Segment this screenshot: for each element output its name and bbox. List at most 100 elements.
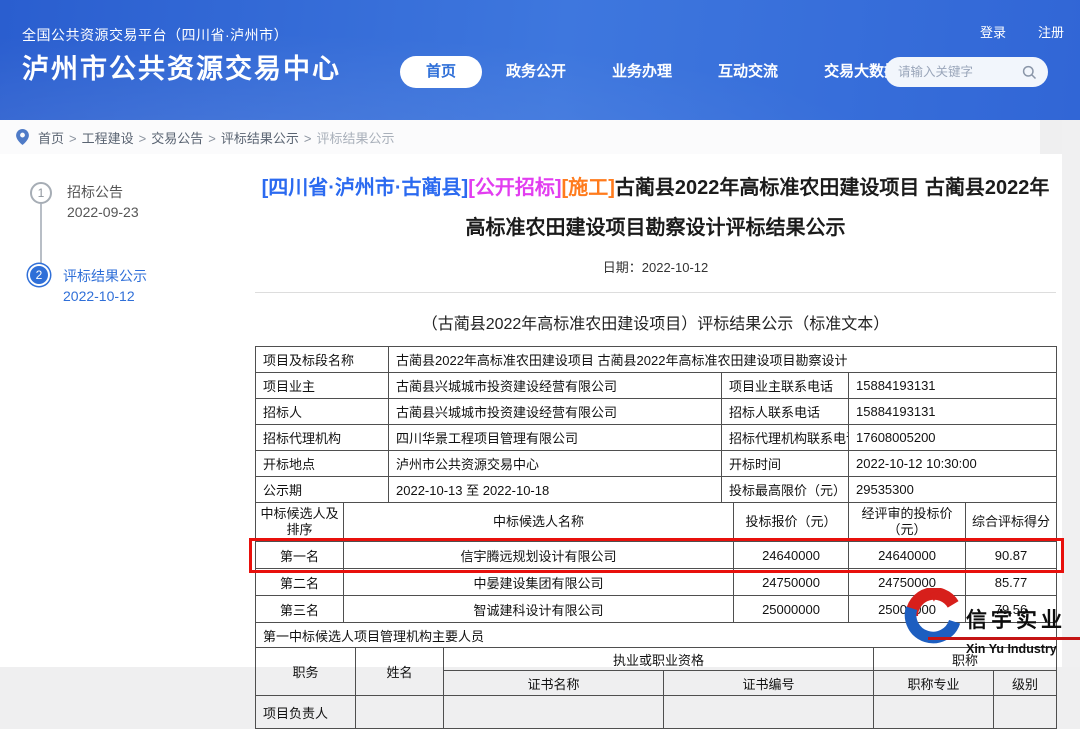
step-1-label: 招标公告: [67, 182, 139, 202]
cell-evaluated: 24640000: [849, 542, 966, 569]
main-nav: 首页 政务公开 业务办理 互动交流 交易大数据: [400, 56, 945, 88]
cell-label: 项目业主联系电话: [722, 373, 849, 399]
site-title: 泸州市公共资源交易中心: [22, 47, 341, 86]
empty-cell: [356, 696, 444, 729]
cell-value: 古蔺县兴城城市投资建设经营有限公司: [389, 399, 722, 425]
cell-company: 信宇腾远规划设计有限公司: [344, 542, 734, 569]
table-row: 项目业主 古蔺县兴城城市投资建设经营有限公司 项目业主联系电话 15884193…: [256, 373, 1057, 399]
auth-links: 登录 注册: [980, 22, 1064, 41]
search-input[interactable]: [896, 64, 1022, 80]
breadcrumb-item-current: 评标结果公示: [316, 128, 404, 147]
cell-label: 招标人: [256, 399, 389, 425]
cell-score: 90.87: [966, 542, 1057, 569]
title-region-tag: [四川省·泸州市·古蔺县]: [262, 177, 469, 199]
table-caption: （古蔺县2022年高标准农田建设项目）评标结果公示（标准文本）: [255, 310, 1056, 334]
empty-cell: [664, 696, 874, 729]
cell-label: 开标地点: [256, 451, 389, 477]
cell-label: 招标代理机构: [256, 425, 389, 451]
header-bid: 投标报价（元）: [734, 503, 849, 542]
cell-value: 15884193131: [849, 373, 1057, 399]
title-method-tag: [公开招标]: [468, 177, 561, 199]
nav-interaction[interactable]: 互动交流: [718, 56, 778, 88]
table-row: 招标人 古蔺县兴城城市投资建设经营有限公司 招标人联系电话 1588419313…: [256, 399, 1057, 425]
cell-value: 15884193131: [849, 399, 1057, 425]
cell-label: 公示期: [256, 477, 389, 503]
register-link[interactable]: 注册: [1038, 22, 1064, 41]
timeline-step-announcement[interactable]: 1 招标公告 2022-09-23: [30, 182, 139, 222]
candidates-header-row: 中标候选人及排序 中标候选人名称 投标报价（元） 经评审的投标价（元） 综合评标…: [256, 503, 1057, 542]
breadcrumb-item-notices[interactable]: 交易公告: [151, 128, 221, 147]
step-1-circle: 1: [30, 182, 52, 204]
header-score: 综合评标得分: [966, 503, 1057, 542]
header-cert-no: 证书编号: [664, 671, 874, 696]
step-2-circle: 2: [30, 266, 48, 284]
header-cert-name: 证书名称: [444, 671, 664, 696]
page-title: [四川省·泸州市·古蔺县][公开招标][施工]古蔺县2022年高标准农田建设项目…: [255, 168, 1056, 248]
cell-value: 泸州市公共资源交易中心: [389, 451, 722, 477]
table-row: 公示期 2022-10-13 至 2022-10-18 投标最高限价（元） 29…: [256, 477, 1057, 503]
nav-gov-disclosure[interactable]: 政务公开: [506, 56, 566, 88]
header-rank: 中标候选人及排序: [256, 503, 344, 542]
search-icon[interactable]: [1022, 65, 1037, 80]
breadcrumb-item-home[interactable]: 首页: [38, 128, 82, 147]
login-link[interactable]: 登录: [980, 22, 1006, 41]
cell-value: 四川华景工程项目管理有限公司: [389, 425, 722, 451]
step-2-date: 2022-10-12: [63, 286, 147, 306]
header-qualification-group: 执业或职业资格: [444, 648, 874, 671]
empty-cell: [444, 696, 664, 729]
location-pin-icon: [16, 129, 29, 145]
breadcrumb-item-results[interactable]: 评标结果公示: [221, 128, 317, 147]
cell-label: 招标代理机构联系电话: [722, 425, 849, 451]
staff-data-row: 项目负责人: [256, 696, 1057, 729]
header-position: 职务: [256, 648, 356, 696]
breadcrumb: 首页 工程建设 交易公告 评标结果公示 评标结果公示: [0, 120, 1040, 154]
cell-position: 项目负责人: [256, 696, 356, 729]
timeline-step-result[interactable]: 2 评标结果公示 2022-10-12: [30, 266, 147, 306]
cell-bid: 24750000: [734, 569, 849, 596]
nav-home[interactable]: 首页: [400, 56, 482, 88]
title-type-tag: [施工]: [562, 177, 615, 199]
step-1-date: 2022-09-23: [67, 202, 139, 222]
cell-label: 项目及标段名称: [256, 347, 389, 373]
table-row: 开标地点 泸州市公共资源交易中心 开标时间 2022-10-12 10:30:0…: [256, 451, 1057, 477]
header-name: 中标候选人名称: [344, 503, 734, 542]
cell-value: 古蔺县兴城城市投资建设经营有限公司: [389, 373, 722, 399]
cell-rank: 第一名: [256, 542, 344, 569]
empty-cell: [874, 696, 994, 729]
date-line: 日期：2022-10-12: [255, 257, 1056, 293]
cell-rank: 第三名: [256, 596, 344, 623]
watermark-logo: 信宇实业 Xin Yu Industry: [901, 588, 1080, 659]
empty-cell: [994, 696, 1057, 729]
cell-label: 项目业主: [256, 373, 389, 399]
platform-name: 全国公共资源交易平台（四川省·泸州市）: [22, 25, 288, 45]
timeline: 1 招标公告 2022-09-23 2 评标结果公示 2022-10-12: [30, 182, 240, 312]
header-title-level: 级别: [994, 671, 1057, 696]
winner-row: 第一名 信宇腾远规划设计有限公司 24640000 24640000 90.87: [256, 542, 1057, 569]
header-title-major: 职称专业: [874, 671, 994, 696]
nav-business[interactable]: 业务办理: [612, 56, 672, 88]
cell-bid: 25000000: [734, 596, 849, 623]
table-row: 招标代理机构 四川华景工程项目管理有限公司 招标代理机构联系电话 1760800…: [256, 425, 1057, 451]
step-2-label: 评标结果公示: [63, 266, 147, 286]
header-person-name: 姓名: [356, 648, 444, 696]
scrollbar[interactable]: [1062, 120, 1080, 667]
watermark-cn-text: 信宇实业: [966, 604, 1080, 634]
cell-value: 17608005200: [849, 425, 1057, 451]
cell-label: 开标时间: [722, 451, 849, 477]
search-box[interactable]: [885, 57, 1048, 87]
cell-value: 古蔺县2022年高标准农田建设项目 古蔺县2022年高标准农田建设项目勘察设计: [389, 347, 1057, 373]
cell-value: 29535300: [849, 477, 1057, 503]
cell-bid: 24640000: [734, 542, 849, 569]
table-row: 项目及标段名称 古蔺县2022年高标准农田建设项目 古蔺县2022年高标准农田建…: [256, 347, 1057, 373]
cell-label: 招标人联系电话: [722, 399, 849, 425]
logo-emblem-icon: [901, 588, 963, 659]
info-table: 项目及标段名称 古蔺县2022年高标准农田建设项目 古蔺县2022年高标准农田建…: [255, 346, 1057, 503]
watermark-red-line: [928, 637, 1080, 640]
header-evaluated: 经评审的投标价（元）: [849, 503, 966, 542]
breadcrumb-item-engineering[interactable]: 工程建设: [82, 128, 152, 147]
cell-company: 智诚建科设计有限公司: [344, 596, 734, 623]
cell-label: 投标最高限价（元）: [722, 477, 849, 503]
watermark-en-text: Xin Yu Industry: [966, 642, 1080, 656]
cell-rank: 第二名: [256, 569, 344, 596]
cell-company: 中晏建设集团有限公司: [344, 569, 734, 596]
